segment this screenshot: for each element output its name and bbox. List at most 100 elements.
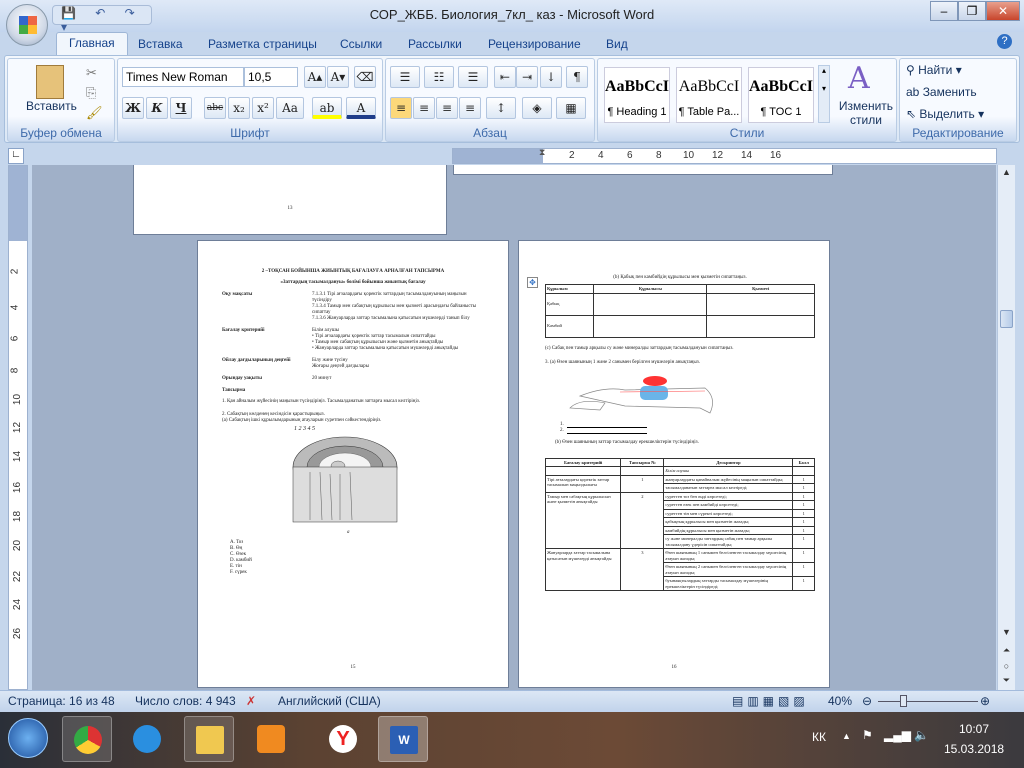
close-button[interactable]: ✕ — [986, 1, 1020, 21]
action-center-icon[interactable]: ⚑ — [862, 728, 873, 742]
font-label: Шрифт — [230, 126, 270, 140]
page-count[interactable]: Страница: 16 из 48 — [8, 694, 115, 708]
cut-icon[interactable]: ✂ — [86, 65, 97, 81]
tab-home[interactable]: Главная — [56, 32, 128, 56]
zoom-level[interactable]: 40% — [828, 694, 852, 708]
zoom-slider-thumb[interactable] — [900, 695, 907, 707]
blank-line[interactable] — [566, 428, 647, 434]
scroll-thumb[interactable] — [1000, 310, 1013, 328]
show-hidden-icons[interactable]: ▲ — [842, 731, 851, 741]
tab-page-layout[interactable]: Разметка страницы — [196, 34, 329, 54]
table-cell[interactable] — [706, 292, 815, 316]
office-button[interactable] — [6, 4, 48, 46]
grow-font-button[interactable]: A▴ — [304, 66, 326, 88]
table-move-handle-icon[interactable]: ✥ — [527, 277, 538, 288]
paste-button[interactable]: Вставить — [26, 99, 77, 113]
align-right-icon[interactable]: ≡ — [436, 97, 458, 119]
tab-view[interactable]: Вид — [594, 34, 640, 54]
subscript-button[interactable]: x₂ — [228, 97, 250, 119]
language[interactable]: Английский (США) — [278, 694, 381, 708]
multilevel-list-icon[interactable]: ☰ — [458, 66, 488, 88]
show-marks-button[interactable]: ¶ — [566, 66, 588, 88]
superscript-button[interactable]: x² — [252, 97, 274, 119]
zoom-in-icon[interactable]: ⊕ — [980, 694, 990, 708]
line-spacing-icon[interactable]: ↕ — [486, 97, 516, 119]
taskbar-explorer[interactable] — [184, 716, 234, 762]
select-button[interactable]: ⇖ Выделить ▾ — [906, 107, 984, 121]
help-icon[interactable]: ? — [997, 34, 1012, 49]
font-size-select[interactable]: 10,5 — [244, 67, 298, 87]
criterion: Жануарларда заттар тасымалына қатысатын … — [544, 548, 622, 591]
shrink-font-button[interactable]: A▾ — [327, 66, 349, 88]
scroll-up-icon[interactable]: ▲ — [1000, 165, 1013, 179]
minimize-button[interactable]: – — [930, 1, 958, 21]
justify-icon[interactable]: ≡ — [459, 97, 481, 119]
italic-button[interactable]: К — [146, 97, 168, 119]
clock-time[interactable]: 10:07 — [944, 722, 1004, 736]
previous-page-icon[interactable]: ⏶ — [1000, 643, 1013, 657]
highlight-icon[interactable]: ab — [312, 97, 342, 119]
tab-selector-icon[interactable]: ∟ — [8, 148, 24, 164]
taskbar-yandex[interactable]: Y — [318, 716, 368, 762]
strikethrough-button[interactable]: abc — [204, 97, 226, 119]
decrease-indent-icon[interactable]: ⇤ — [494, 66, 516, 88]
quick-access-toolbar[interactable]: 💾 ↶ ↷ ▾ — [52, 5, 152, 34]
clear-format-icon[interactable]: ⌫ — [354, 66, 376, 88]
table-cell[interactable] — [706, 314, 815, 338]
document-area[interactable]: 13 2 –ТОҚСАН БОЙЫНША ЖИЫНТЫҚ БАҒАЛАУҒА А… — [32, 165, 996, 690]
style-toc-1[interactable]: AaBbCcI ¶ TOC 1 — [748, 67, 814, 123]
tab-insert[interactable]: Вставка — [126, 34, 195, 54]
shading-icon[interactable]: ◈ — [522, 97, 552, 119]
table-cell[interactable] — [593, 314, 708, 338]
zoom-out-icon[interactable]: ⊖ — [862, 694, 872, 708]
restore-button[interactable]: ❐ — [958, 1, 986, 21]
next-page-icon[interactable]: ⏷ — [1000, 673, 1013, 687]
borders-icon[interactable]: ▦ — [556, 97, 586, 119]
style-sample: AaBbCcI — [678, 78, 740, 95]
start-button[interactable] — [8, 718, 48, 758]
horizontal-ruler[interactable]: ⧗ 2 4 6 8 10 12 14 16 — [452, 147, 997, 164]
underline-button[interactable]: Ч — [170, 97, 192, 119]
style-heading-1[interactable]: AaBbCcI ¶ Heading 1 — [604, 67, 670, 123]
network-icon[interactable]: ▂▄▆ — [884, 728, 911, 742]
view-buttons[interactable]: ▤▥▦▧▨ — [732, 694, 809, 708]
proofing-icon[interactable]: ✗ — [246, 694, 256, 708]
browse-object-icon[interactable]: ○ — [1000, 659, 1013, 673]
change-styles-button[interactable]: Изменить стили — [836, 99, 896, 127]
align-left-icon[interactable]: ≡ — [390, 97, 412, 119]
taskbar-ie[interactable] — [122, 716, 172, 762]
input-language[interactable]: КК — [812, 730, 826, 744]
copy-icon[interactable]: ⎘ — [86, 85, 96, 101]
bullets-icon[interactable]: ☰ — [390, 66, 420, 88]
taskbar-media-player[interactable] — [246, 716, 296, 762]
word-count[interactable]: Число слов: 4 943 — [135, 694, 236, 708]
numbering-icon[interactable]: ☷ — [424, 66, 454, 88]
increase-indent-icon[interactable]: ⇥ — [516, 66, 538, 88]
tab-references[interactable]: Ссылки — [328, 34, 394, 54]
descriptor: су және минералды заттардың сабақ пен та… — [663, 534, 794, 549]
replace-icon: ab — [906, 85, 923, 99]
clock-date[interactable]: 15.03.2018 — [944, 742, 1004, 756]
tab-mailings[interactable]: Рассылки — [396, 34, 474, 54]
zoom-slider[interactable] — [878, 701, 978, 702]
scroll-down-icon[interactable]: ▼ — [1000, 625, 1013, 639]
volume-icon[interactable]: 🔈 — [914, 728, 929, 742]
sort-icon[interactable]: ↓ — [540, 66, 562, 88]
vertical-scrollbar[interactable]: ▲ ▼ ⏶ ○ ⏷ — [997, 165, 1015, 690]
change-case-button[interactable]: Aa — [276, 97, 304, 119]
styles-scroll[interactable]: ▴ ▾ — [818, 65, 830, 123]
style-table-paragraph[interactable]: AaBbCcI ¶ Table Pa... — [676, 67, 742, 123]
taskbar-chrome[interactable] — [62, 716, 112, 762]
replace-button[interactable]: ab Заменить — [906, 85, 977, 99]
find-button[interactable]: ⚲ Найти ▾ — [906, 63, 962, 77]
vertical-ruler[interactable]: 2 4 6 8 10 12 14 16 18 20 22 24 26 — [8, 165, 28, 690]
font-name-select[interactable]: Times New Roman — [122, 67, 244, 87]
font-color-icon[interactable]: A — [346, 97, 376, 119]
bold-button[interactable]: Ж — [122, 97, 144, 119]
align-center-icon[interactable]: ≡ — [413, 97, 435, 119]
taskbar-word[interactable]: W — [378, 716, 428, 762]
format-painter-icon[interactable]: 🖌 — [86, 105, 103, 121]
tab-review[interactable]: Рецензирование — [476, 34, 593, 54]
indent-marker-icon[interactable]: ⧗ — [539, 147, 545, 158]
table-cell[interactable] — [593, 292, 708, 316]
